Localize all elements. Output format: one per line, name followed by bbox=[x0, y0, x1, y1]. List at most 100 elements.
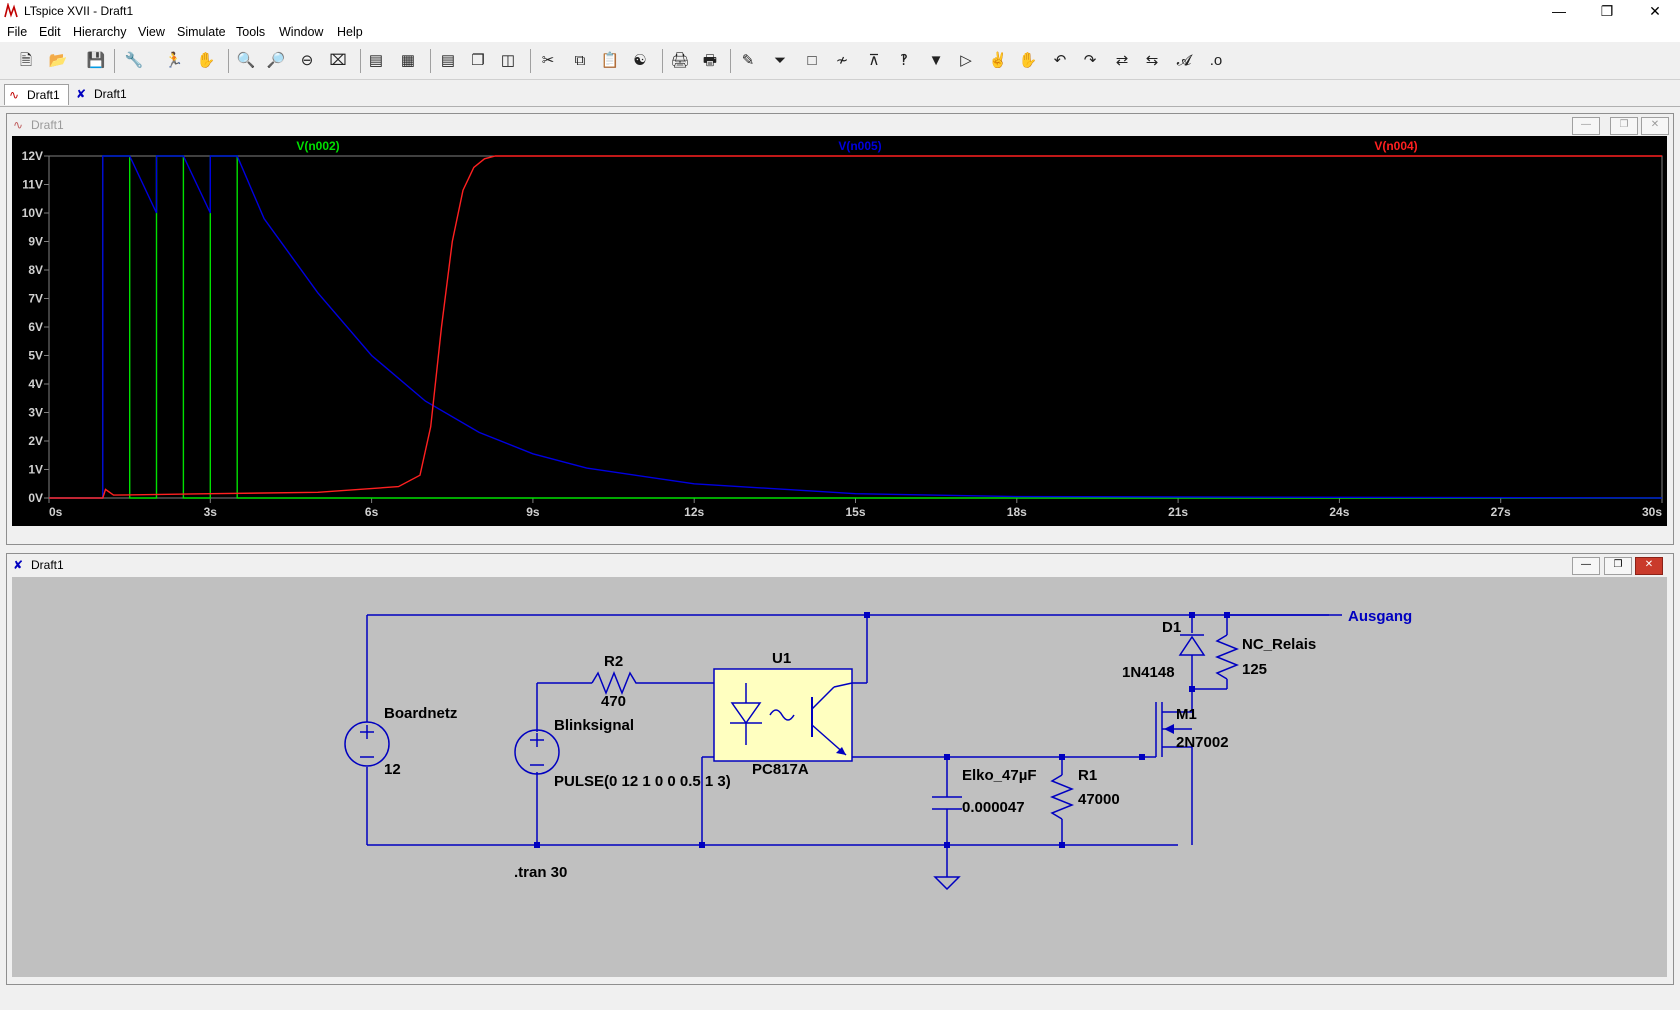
grid-icon[interactable]: ▦ bbox=[396, 49, 420, 73]
trace-label-v-n005[interactable]: V(n005) bbox=[838, 139, 881, 153]
cut-scissors-icon[interactable]: ✂ bbox=[536, 49, 560, 73]
d1-value[interactable]: 1N4148 bbox=[1122, 664, 1175, 681]
trace-v-n004[interactable] bbox=[49, 155, 1662, 499]
ground-icon[interactable] bbox=[933, 876, 961, 891]
boardnetz-value[interactable]: 12 bbox=[384, 761, 401, 778]
elko-name[interactable]: Elko_47µF bbox=[962, 767, 1037, 784]
drag-hand-icon[interactable]: ✋ bbox=[1016, 49, 1040, 73]
blinksignal-value[interactable]: PULSE(0 12 1 0 0 0.5 1 3) bbox=[554, 773, 731, 790]
restore-icon[interactable]: ❐ bbox=[1604, 557, 1632, 575]
tab-schematic-draft1[interactable]: ✘ Draft1 bbox=[72, 84, 135, 104]
component-icon[interactable]: ▷ bbox=[954, 49, 978, 73]
waveform-plot-area[interactable]: V(n002) V(n005) V(n004) 0V 1V 2V 3V 4V 5V 6V 7V… bbox=[12, 136, 1667, 526]
autorange-icon[interactable]: ▤ bbox=[364, 49, 388, 73]
nc-relais-resistor[interactable] bbox=[1214, 634, 1240, 680]
halt-hand-icon[interactable]: ✋ bbox=[194, 49, 218, 73]
open-folder-icon[interactable]: 📂 bbox=[46, 49, 70, 73]
new-schematic-icon[interactable]: 🗎 bbox=[14, 49, 38, 73]
schematic-drawing[interactable]: Boardnetz 12 Blinksignal PULSE(0 12 1 0 … bbox=[12, 577, 1667, 977]
m1-mosfet[interactable] bbox=[1164, 724, 1174, 734]
menu-edit[interactable]: Edit bbox=[39, 25, 61, 39]
resistor-icon[interactable]: ≁ bbox=[830, 49, 854, 73]
zoom-out-icon[interactable]: ⊖ bbox=[295, 49, 319, 73]
restore-icon[interactable]: ❐ bbox=[1610, 117, 1638, 135]
find-binoculars-icon[interactable]: ☯ bbox=[628, 49, 652, 73]
x-tick-label: 15s bbox=[845, 505, 865, 519]
r2-resistor[interactable] bbox=[591, 670, 642, 696]
text-icon[interactable]: 𝓐 bbox=[1172, 49, 1196, 73]
m1-value[interactable]: 2N7002 bbox=[1176, 734, 1229, 751]
zoom-pan-icon[interactable]: 🔎 bbox=[264, 49, 288, 73]
close-icon[interactable]: ✕ bbox=[1632, 0, 1678, 22]
paste-icon[interactable]: 📋 bbox=[598, 49, 622, 73]
menu-tools[interactable]: Tools bbox=[236, 25, 265, 39]
tran-directive[interactable]: .tran 30 bbox=[514, 864, 567, 881]
zoom-in-icon[interactable]: 🔍 bbox=[234, 49, 258, 73]
u1-name[interactable]: U1 bbox=[772, 650, 791, 667]
minimize-icon[interactable]: — bbox=[1572, 117, 1600, 135]
u1-value[interactable]: PC817A bbox=[752, 761, 809, 778]
u1-optocoupler[interactable] bbox=[713, 668, 853, 762]
draw-wire-pencil-icon[interactable]: ✎ bbox=[736, 49, 760, 73]
undo-icon[interactable]: ↶ bbox=[1048, 49, 1072, 73]
spice-directive-icon[interactable]: .o bbox=[1204, 49, 1228, 73]
copy-icon[interactable]: ⧉ bbox=[568, 49, 592, 73]
restore-icon[interactable]: ❐ bbox=[1584, 0, 1630, 22]
elko-value[interactable]: 0.000047 bbox=[962, 799, 1025, 816]
tile-horizontal-icon[interactable]: ▤ bbox=[436, 49, 460, 73]
trace-v-n005[interactable] bbox=[49, 155, 1663, 499]
schematic-window: ✘ Draft1 — ❐ ✕ Boardnetz 12 Blinksignal … bbox=[6, 553, 1674, 985]
diode-icon[interactable]: ▼ bbox=[924, 49, 948, 73]
control-panel-hammer-icon[interactable]: 🔧 bbox=[122, 49, 146, 73]
menu-view[interactable]: View bbox=[138, 25, 165, 39]
redo-icon[interactable]: ↷ bbox=[1078, 49, 1102, 73]
blinksignal-source[interactable] bbox=[514, 729, 560, 775]
tile-vertical-icon[interactable]: ◫ bbox=[496, 49, 520, 73]
elko-capacitor[interactable] bbox=[932, 796, 962, 810]
zoom-fit-icon[interactable]: ⌧ bbox=[326, 49, 350, 73]
r1-value[interactable]: 47000 bbox=[1078, 791, 1120, 808]
r1-resistor[interactable] bbox=[1049, 774, 1075, 820]
menu-file[interactable]: File bbox=[7, 25, 27, 39]
menu-window[interactable]: Window bbox=[279, 25, 323, 39]
save-icon[interactable]: 💾 bbox=[84, 49, 108, 73]
trace-label-v-n002[interactable]: V(n002) bbox=[296, 139, 339, 153]
menu-simulate[interactable]: Simulate bbox=[177, 25, 226, 39]
blinksignal-name[interactable]: Blinksignal bbox=[554, 717, 634, 734]
trace-label-v-n004[interactable]: V(n004) bbox=[1374, 139, 1417, 153]
m1-name[interactable]: M1 bbox=[1176, 706, 1197, 723]
minimize-icon[interactable]: — bbox=[1572, 557, 1600, 575]
ground-icon[interactable]: ⏷ bbox=[768, 49, 792, 73]
move-hand-icon[interactable]: ✌ bbox=[986, 49, 1010, 73]
r2-value[interactable]: 470 bbox=[601, 693, 626, 710]
waveform-plot[interactable]: V(n002) V(n005) V(n004) 0V 1V 2V 3V 4V 5V 6V 7V… bbox=[12, 136, 1667, 526]
d1-diode[interactable] bbox=[1178, 634, 1206, 656]
r2-name[interactable]: R2 bbox=[604, 653, 623, 670]
run-simulation-icon[interactable]: 🏃 bbox=[162, 49, 186, 73]
inductor-icon[interactable]: ‽ bbox=[892, 49, 916, 73]
tab-waveform-draft1[interactable]: ∿ Draft1 bbox=[4, 84, 69, 105]
y-tick-label: 7V bbox=[28, 292, 43, 306]
minimize-icon[interactable]: — bbox=[1536, 0, 1582, 22]
net-label-ausgang[interactable]: Ausgang bbox=[1348, 608, 1412, 625]
x-tick-label: 30s bbox=[1642, 505, 1662, 519]
schematic-canvas[interactable]: Boardnetz 12 Blinksignal PULSE(0 12 1 0 … bbox=[12, 577, 1667, 977]
close-icon[interactable]: ✕ bbox=[1635, 557, 1663, 575]
print-icon[interactable]: 🖨 bbox=[668, 49, 692, 73]
boardnetz-source[interactable] bbox=[344, 721, 390, 767]
menu-help[interactable]: Help bbox=[337, 25, 363, 39]
trace-v-n002[interactable] bbox=[49, 155, 1662, 499]
cascade-icon[interactable]: ❐ bbox=[466, 49, 490, 73]
menu-hierarchy[interactable]: Hierarchy bbox=[73, 25, 127, 39]
d1-name[interactable]: D1 bbox=[1162, 619, 1181, 636]
mirror-icon[interactable]: ⇆ bbox=[1140, 49, 1164, 73]
rotate-icon[interactable]: ⇄ bbox=[1110, 49, 1134, 73]
print-preview-icon[interactable]: 🖶 bbox=[698, 49, 722, 73]
label-net-icon[interactable]: □ bbox=[800, 49, 824, 73]
boardnetz-name[interactable]: Boardnetz bbox=[384, 705, 457, 722]
nc-relais-value[interactable]: 125 bbox=[1242, 661, 1267, 678]
capacitor-icon[interactable]: ⊼ bbox=[862, 49, 886, 73]
nc-relais-name[interactable]: NC_Relais bbox=[1242, 636, 1316, 653]
r1-name[interactable]: R1 bbox=[1078, 767, 1097, 784]
close-icon[interactable]: ✕ bbox=[1641, 117, 1669, 135]
